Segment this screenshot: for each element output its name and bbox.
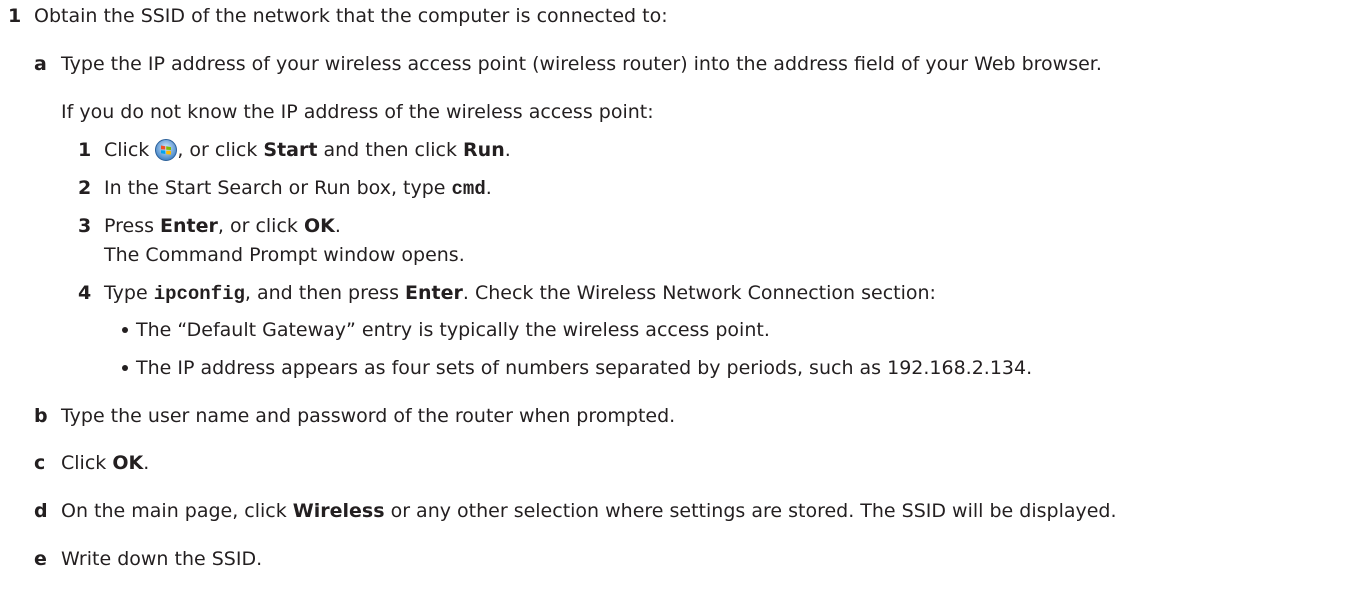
substep-text: Click , or click Start and then click Ru… [104,139,511,161]
substep-result: The Command Prompt window opens. [104,244,465,266]
step-text: On the main page, click Wireless or any … [61,500,1117,522]
bullet-icon [122,365,128,371]
substep-number: 4 [78,282,92,304]
substep-text: Press Enter, or click OK. [104,215,341,237]
bullet-icon [122,327,128,333]
substep-text: In the Start Search or Run box, type cmd… [104,177,492,200]
enter-label: Enter [405,282,463,304]
step-text: Write down the SSID. [61,548,263,570]
substep-number: 3 [78,215,92,237]
step-letter: b [34,405,48,427]
step-letter: c [34,452,46,474]
enter-label: Enter [160,215,218,237]
note-text: If you do not know the IP address of the… [61,101,654,123]
substep-text: Type ipconfig, and then press Enter. Che… [104,282,936,305]
step-text: Type the user name and password of the r… [61,405,676,427]
run-label: Run [463,139,505,161]
wireless-label: Wireless [292,500,385,522]
step-number: 1 [8,5,22,27]
ok-label: OK [112,452,144,474]
bullet-text: The “Default Gateway” entry is typically… [136,319,770,341]
step-letter: a [34,53,47,75]
start-label: Start [263,139,318,161]
step-text: Obtain the SSID of the network that the … [34,5,668,27]
windows-start-orb-icon [155,139,178,161]
command-text: ipconfig [153,283,245,305]
bullet-text: The IP address appears as four sets of n… [136,357,1033,379]
step-letter: e [34,548,47,570]
substep-number: 2 [78,177,92,199]
step-text: Type the IP address of your wireless acc… [61,53,1102,75]
document-page: 1 Obtain the SSID of the network that th… [0,0,1359,600]
substep-number: 1 [78,139,92,161]
ok-label: OK [303,215,335,237]
step-text: Click OK. [61,452,150,474]
command-text: cmd [451,178,486,200]
step-letter: d [34,500,48,522]
